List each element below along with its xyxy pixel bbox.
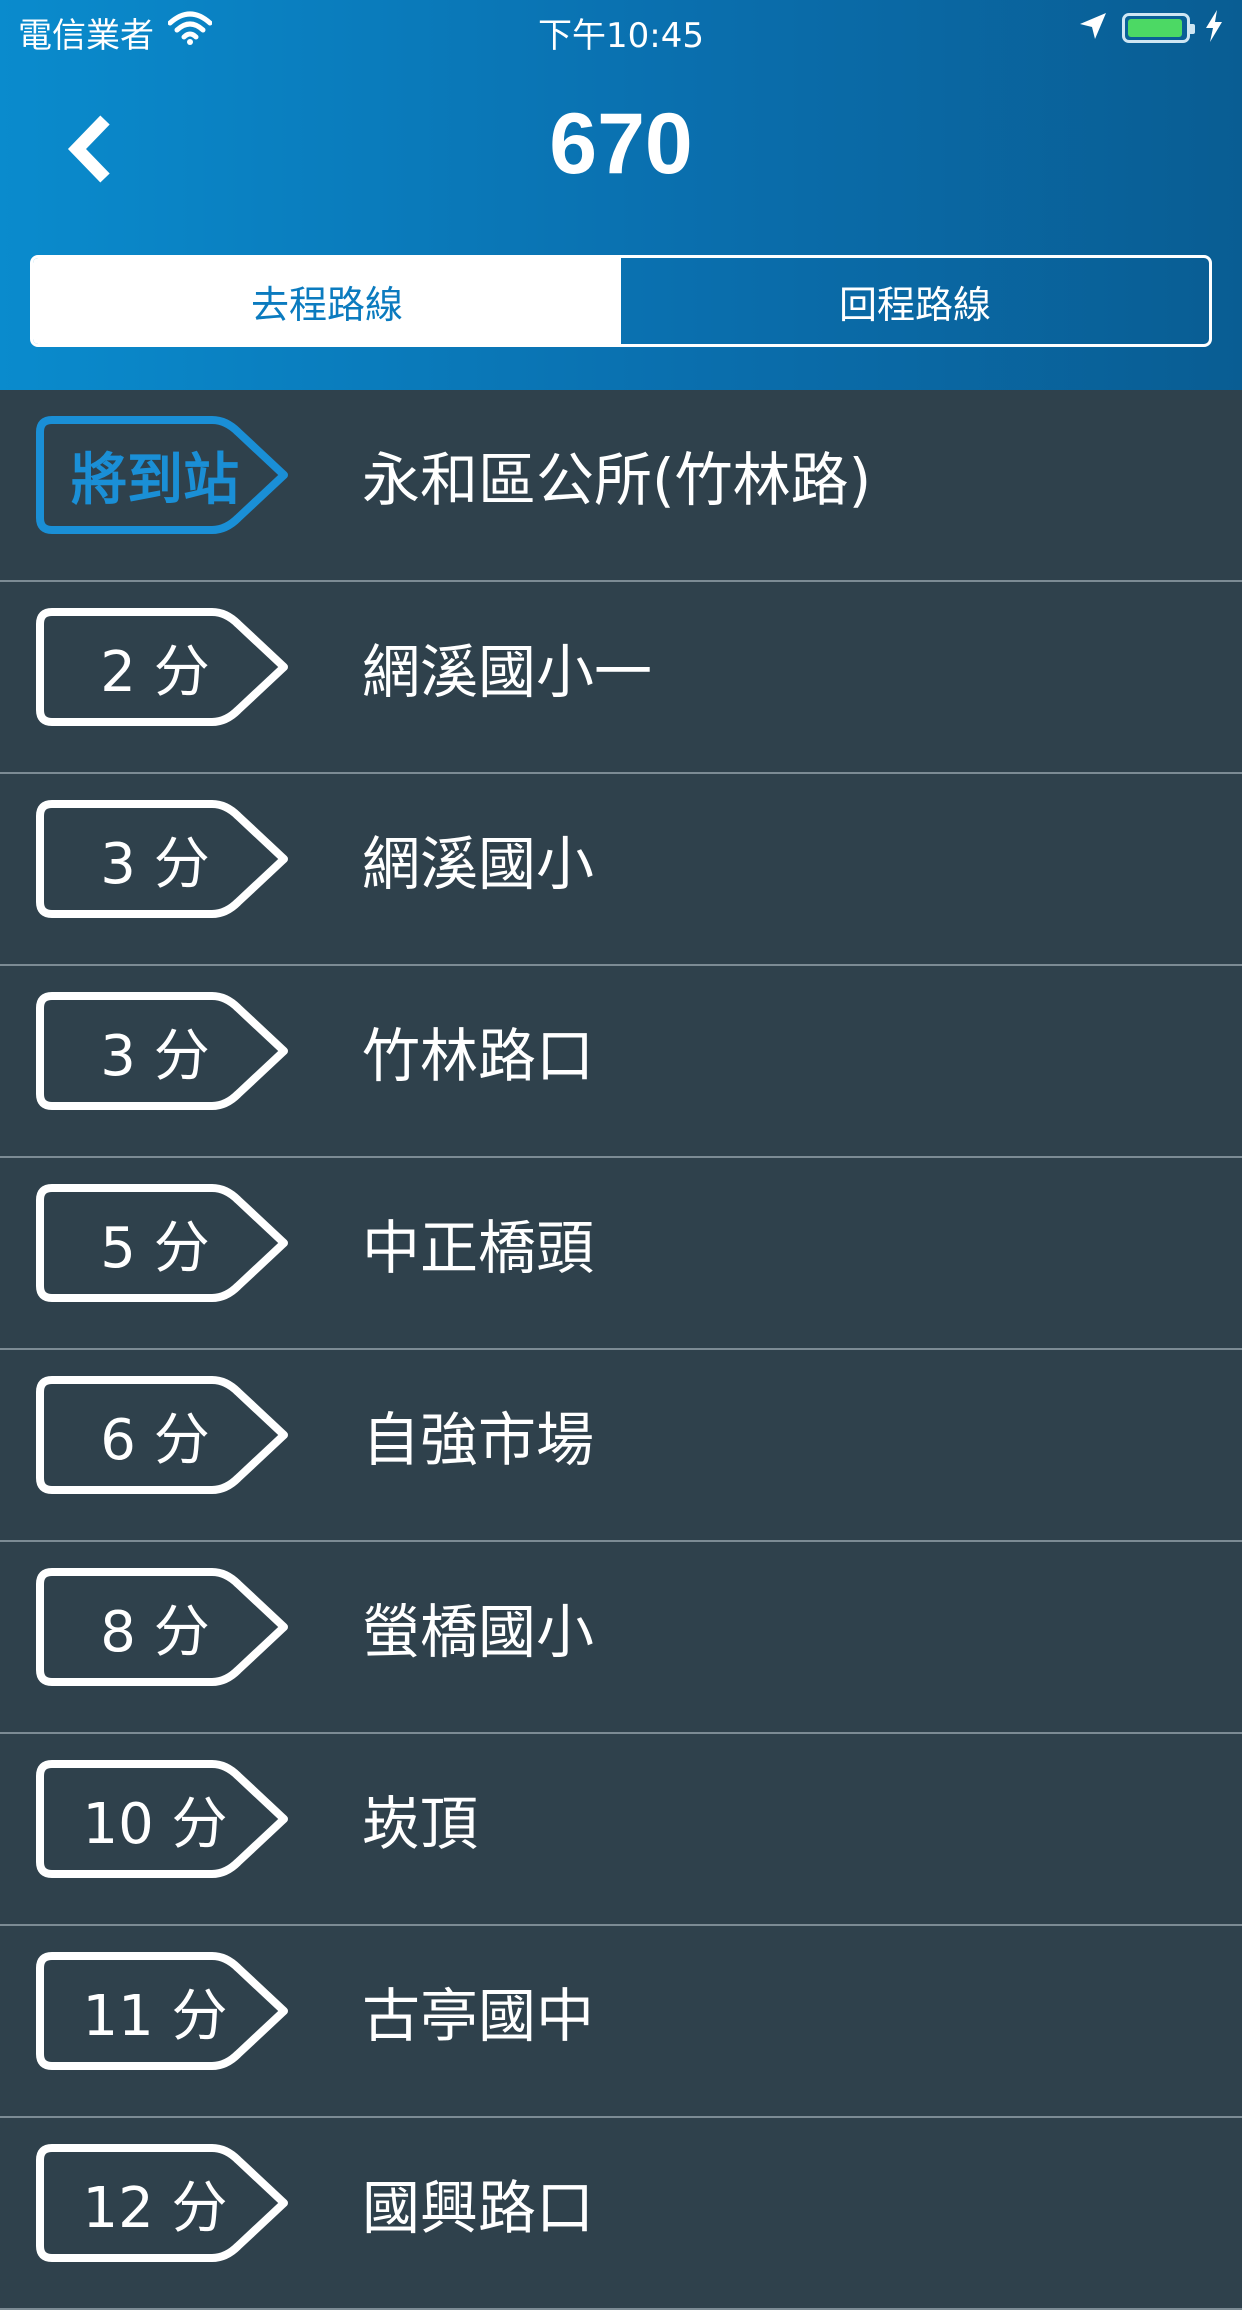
- charging-bolt-icon: [1204, 10, 1224, 46]
- stop-name: 網溪國小一: [362, 638, 653, 706]
- eta-badge: 6 分: [30, 1370, 330, 1500]
- stop-name: 螢橋國小: [362, 1598, 595, 1666]
- nav-bar: 670: [0, 80, 1242, 210]
- stop-name: 自強市場: [362, 1406, 595, 1474]
- eta-label: 12 分: [82, 2175, 228, 2241]
- eta-label: 將到站: [71, 447, 239, 513]
- stop-name: 中正橋頭: [362, 1214, 595, 1282]
- status-right: [1078, 10, 1224, 46]
- stop-row[interactable]: 6 分 自強市場: [0, 1350, 1242, 1542]
- stop-row[interactable]: 3 分 網溪國小: [0, 774, 1242, 966]
- location-arrow-icon: [1078, 11, 1108, 45]
- eta-label: 2 分: [100, 639, 210, 705]
- eta-badge: 8 分: [30, 1562, 330, 1692]
- direction-tabs: 去程路線 回程路線: [30, 255, 1212, 347]
- battery-fill: [1128, 19, 1182, 37]
- eta-badge: 3 分: [30, 986, 330, 1116]
- route-title: 670: [549, 96, 693, 192]
- eta-badge: 3 分: [30, 794, 330, 924]
- eta-badge: 12 分: [30, 2138, 330, 2268]
- eta-label: 10 分: [82, 1791, 228, 1857]
- eta-label: 8 分: [100, 1599, 210, 1665]
- battery-cap: [1190, 24, 1195, 34]
- header: 電信業者 下午10:45 670 去程路線 回程路線: [0, 0, 1242, 390]
- tab-return[interactable]: 回程路線: [621, 258, 1209, 344]
- stop-name: 崁頂: [362, 1790, 479, 1858]
- battery-icon: [1122, 13, 1195, 43]
- stop-row[interactable]: 2 分 網溪國小一: [0, 582, 1242, 774]
- stop-name: 網溪國小: [362, 830, 595, 898]
- eta-label: 11 分: [82, 1983, 228, 2049]
- eta-label: 6 分: [100, 1407, 210, 1473]
- tab-outbound[interactable]: 去程路線: [33, 258, 621, 344]
- status-time: 下午10:45: [538, 16, 704, 56]
- stop-row[interactable]: 將到站 永和區公所(竹林路): [0, 390, 1242, 582]
- stop-row[interactable]: 3 分 竹林路口: [0, 966, 1242, 1158]
- arriving-badge: 將到站: [30, 410, 330, 540]
- eta-label: 3 分: [100, 1023, 210, 1089]
- eta-badge: 11 分: [30, 1946, 330, 2076]
- stop-row[interactable]: 10 分 崁頂: [0, 1734, 1242, 1926]
- stop-row[interactable]: 11 分 古亭國中: [0, 1926, 1242, 2118]
- eta-badge: 5 分: [30, 1178, 330, 1308]
- stop-name: 永和區公所(竹林路): [362, 446, 872, 514]
- stop-row[interactable]: 5 分 中正橋頭: [0, 1158, 1242, 1350]
- stop-list: 將到站 永和區公所(竹林路) 2 分網溪國小一 3 分網溪國小 3 分竹林路口 5 分中正…: [0, 390, 1242, 2310]
- stop-row[interactable]: 8 分 螢橋國小: [0, 1542, 1242, 1734]
- stop-name: 古亭國中: [362, 1982, 595, 2050]
- eta-label: 3 分: [100, 831, 210, 897]
- stop-name: 國興路口: [362, 2174, 595, 2242]
- status-bar: 電信業者 下午10:45: [0, 0, 1242, 60]
- eta-badge: 2 分: [30, 602, 330, 732]
- stop-name: 竹林路口: [362, 1022, 595, 1090]
- eta-label: 5 分: [100, 1215, 210, 1281]
- eta-badge: 10 分: [30, 1754, 330, 1884]
- stop-row[interactable]: 12 分 國興路口: [0, 2118, 1242, 2310]
